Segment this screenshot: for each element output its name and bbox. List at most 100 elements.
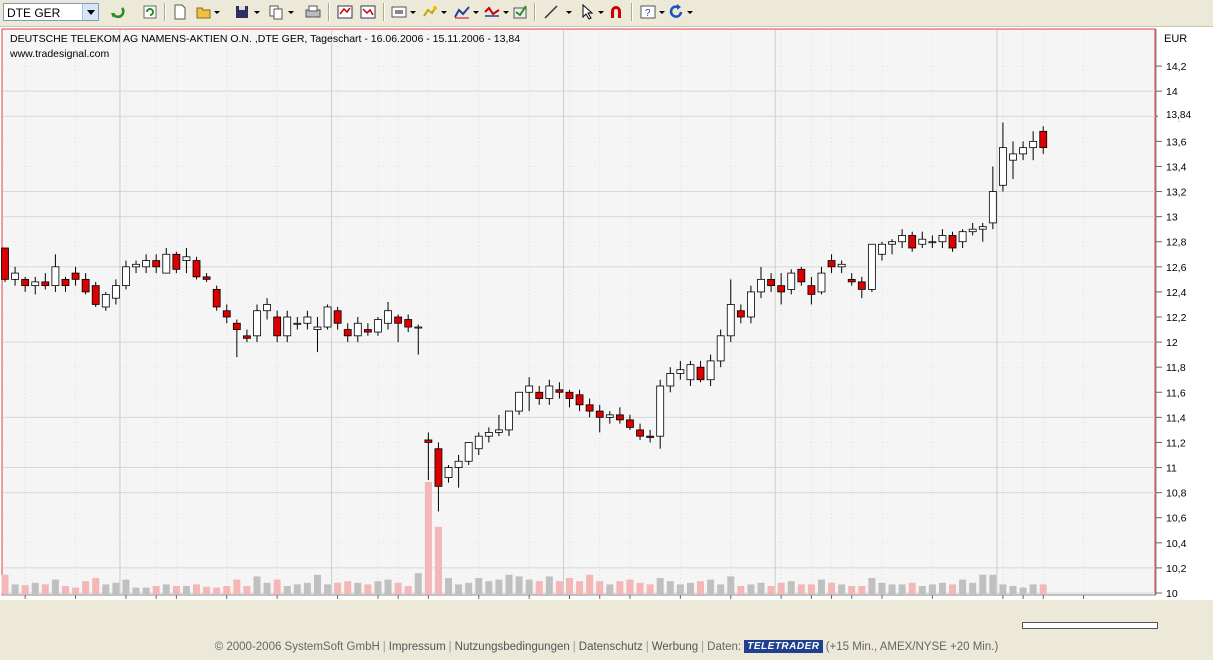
volume-bar — [606, 584, 614, 594]
volume-bar — [515, 576, 523, 594]
reload-dropdown-icon[interactable] — [687, 11, 693, 14]
candle-body — [928, 241, 937, 244]
chart-scrollbar[interactable] — [1022, 622, 1158, 629]
volume-bar — [545, 576, 553, 594]
last-price-label: 13,84 — [1166, 110, 1191, 121]
toolbar-separator — [383, 3, 384, 21]
volume-bar — [938, 582, 946, 594]
save-icon[interactable] — [234, 4, 250, 20]
cursor-icon[interactable] — [580, 4, 596, 20]
copy-icon[interactable] — [268, 4, 284, 20]
chevron-down-icon[interactable] — [82, 4, 98, 20]
compare-icon[interactable] — [484, 4, 500, 20]
trend-dropdown-icon[interactable] — [473, 11, 479, 14]
print-icon[interactable] — [305, 4, 321, 20]
volume-bar — [848, 586, 856, 594]
y-tick-label: 13 — [1166, 212, 1178, 224]
privacy-link[interactable]: Datenschutz — [579, 641, 643, 653]
volume-bar — [112, 582, 120, 594]
chart-area[interactable]: 10 10,2 10,4 10,6 10,8 11 11,2 11,4 11,6 11,8 12 12… — [0, 27, 1213, 600]
candle-body — [192, 260, 201, 278]
save-dropdown-icon[interactable] — [254, 11, 260, 14]
new-icon[interactable] — [172, 4, 188, 20]
candle-body — [394, 316, 403, 324]
open-dropdown-icon[interactable] — [214, 11, 220, 14]
y-tick-label: 11,2 — [1166, 437, 1186, 449]
volume-bar — [243, 586, 251, 594]
price-chart[interactable]: 10 10,2 10,4 10,6 10,8 11 11,2 11,4 11,6 11,8 12 12… — [0, 27, 1213, 600]
y-tick-label: 10,6 — [1166, 513, 1187, 525]
advertising-link[interactable]: Werbung — [652, 641, 698, 653]
reload-icon[interactable] — [669, 4, 685, 20]
y-tick-label: 13,6 — [1166, 136, 1187, 148]
symbol-input[interactable]: DTE GER — [7, 6, 60, 20]
line-tool-dropdown-icon[interactable] — [566, 11, 572, 14]
help-dropdown-icon[interactable] — [659, 11, 665, 14]
volume-bar — [102, 584, 110, 594]
chart-type-icon[interactable] — [391, 4, 407, 20]
candle-body — [374, 319, 382, 333]
toolbar-separator — [164, 3, 165, 21]
back-icon[interactable] — [337, 4, 353, 20]
volume-bar — [21, 585, 29, 594]
compare-dropdown-icon[interactable] — [503, 11, 509, 14]
candle-body — [535, 391, 544, 399]
volume-bar — [898, 584, 906, 594]
volume-bar — [233, 579, 241, 594]
impressum-link[interactable]: Impressum — [389, 641, 446, 653]
candle-body — [464, 442, 473, 462]
candle-body — [515, 391, 523, 412]
candle-body — [706, 360, 715, 381]
volume-bar — [505, 574, 513, 594]
cursor-dropdown-icon[interactable] — [598, 11, 604, 14]
volume-bar — [142, 587, 150, 594]
help-icon[interactable]: ? — [640, 4, 656, 20]
line-tool-icon[interactable] — [543, 4, 559, 20]
volume-bar — [596, 581, 604, 594]
candle-body — [353, 322, 362, 337]
candle-body — [243, 335, 251, 339]
candle-body — [797, 268, 806, 283]
chart-type-dropdown-icon[interactable] — [410, 11, 416, 14]
candle-body — [525, 385, 534, 393]
volume-bar — [495, 579, 503, 594]
volume-bar — [465, 582, 473, 594]
indicator-dropdown-icon[interactable] — [441, 11, 447, 14]
copy-dropdown-icon[interactable] — [288, 11, 294, 14]
volume-bar — [717, 584, 725, 594]
undo-icon[interactable] — [110, 4, 126, 20]
volume-bar — [72, 587, 80, 594]
y-tick-label: 10,2 — [1166, 563, 1187, 575]
y-tick-label: 13,4 — [1166, 161, 1187, 173]
volume-bar — [707, 579, 715, 594]
candle-body — [222, 310, 231, 318]
candle — [1, 247, 9, 282]
terms-link[interactable]: Nutzungsbedingungen — [455, 641, 570, 653]
teletrader-logo[interactable]: TELETRADER — [744, 640, 823, 654]
indicator-icon[interactable] — [422, 4, 438, 20]
magnet-icon[interactable] — [608, 4, 624, 20]
open-icon[interactable] — [196, 4, 212, 20]
candle-body — [696, 366, 705, 381]
volume-bar — [918, 586, 926, 594]
volume-bar — [273, 579, 281, 594]
y-tick-label: 11 — [1166, 463, 1177, 475]
volume-bar — [576, 581, 584, 594]
volume-bar — [697, 581, 705, 594]
forward-icon[interactable] — [360, 4, 376, 20]
symbol-select[interactable]: DTE GER — [3, 3, 99, 21]
candle-body — [21, 278, 30, 287]
volume-bar — [989, 574, 997, 594]
toolbar: DTE GER ? — [0, 0, 1213, 27]
volume-bar — [747, 584, 755, 594]
refresh-icon[interactable] — [142, 4, 158, 20]
candle-body — [857, 281, 866, 290]
trend-icon[interactable] — [454, 4, 470, 20]
volume-bar — [445, 578, 453, 594]
volume-bar — [253, 576, 261, 594]
volume-bar — [828, 582, 836, 594]
volume-bar — [61, 586, 69, 594]
candle — [192, 256, 201, 280]
settings-icon[interactable] — [512, 4, 528, 20]
volume-bar — [344, 581, 352, 594]
